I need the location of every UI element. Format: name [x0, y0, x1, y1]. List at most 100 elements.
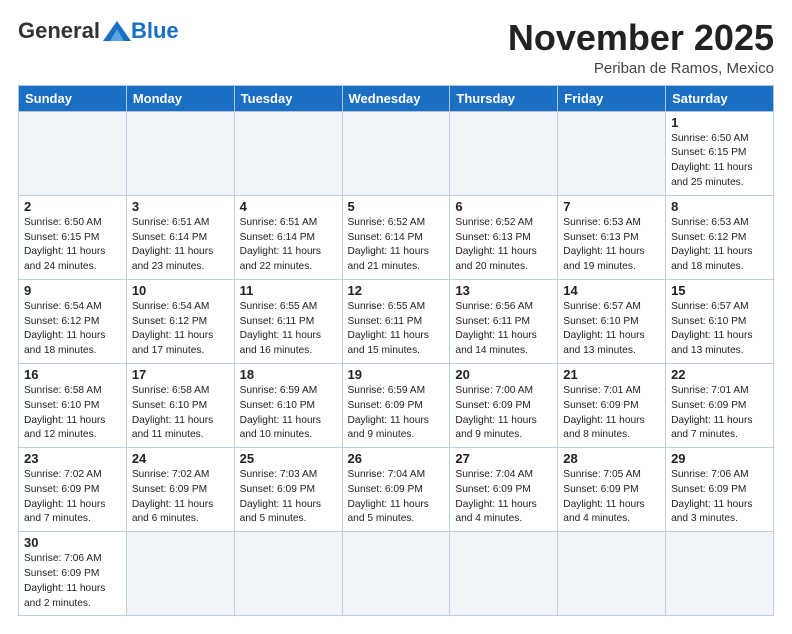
- week-row: 30Sunrise: 7:06 AM Sunset: 6:09 PM Dayli…: [19, 532, 774, 616]
- calendar-cell: [558, 111, 666, 195]
- calendar-cell: [126, 532, 234, 616]
- calendar-cell: 4Sunrise: 6:51 AM Sunset: 6:14 PM Daylig…: [234, 195, 342, 279]
- calendar-cell: 17 Sunrise: 6:58 AM Sunset: 6:10 PM Dayli…: [126, 363, 234, 447]
- weekday-header: Wednesday: [342, 85, 450, 111]
- calendar-cell: 27Sunrise: 7:04 AM Sunset: 6:09 PM Dayli…: [450, 448, 558, 532]
- logo: General Blue: [18, 18, 179, 44]
- calendar-cell: 23 Sunrise: 7:02 AM Sunset: 6:09 PM Dayli…: [19, 448, 127, 532]
- day-number: 25: [240, 451, 337, 466]
- day-info: Sunrise: 7:02 AM Sunset: 6:09 PM Dayligh…: [24, 468, 121, 527]
- day-number: 9: [24, 283, 121, 298]
- weekday-header: Thursday: [450, 85, 558, 111]
- day-info: Sunrise: 6:58 AM Sunset: 6:10 PM Dayligh…: [24, 384, 121, 443]
- week-row: 1 Sunrise: 6:50 AM Sunset: 6:15 PM Daylig…: [19, 111, 774, 195]
- calendar-cell: 1 Sunrise: 6:50 AM Sunset: 6:15 PM Daylig…: [666, 111, 774, 195]
- calendar-cell: 9 Sunrise: 6:54 AM Sunset: 6:12 PM Daylig…: [19, 279, 127, 363]
- logo-blue: Blue: [131, 18, 179, 44]
- day-info: Sunrise: 6:59 AM Sunset: 6:09 PM Dayligh…: [348, 384, 445, 443]
- day-number: 21: [563, 367, 660, 382]
- calendar-cell: 7 Sunrise: 6:53 AM Sunset: 6:13 PM Daylig…: [558, 195, 666, 279]
- day-info: Sunrise: 6:54 AM Sunset: 6:12 PM Dayligh…: [132, 300, 229, 359]
- calendar-cell: 10 Sunrise: 6:54 AM Sunset: 6:12 PM Dayli…: [126, 279, 234, 363]
- month-title: November 2025: [508, 18, 774, 58]
- day-info: Sunrise: 6:57 AM Sunset: 6:10 PM Dayligh…: [563, 300, 660, 359]
- logo-icon: [103, 21, 131, 41]
- day-info: Sunrise: 6:51 AM Sunset: 6:14 PM Dayligh…: [240, 216, 337, 275]
- calendar-cell: 19 Sunrise: 6:59 AM Sunset: 6:09 PM Dayli…: [342, 363, 450, 447]
- week-row: 16 Sunrise: 6:58 AM Sunset: 6:10 PM Dayli…: [19, 363, 774, 447]
- day-number: 18: [240, 367, 337, 382]
- weekday-header-row: SundayMondayTuesdayWednesdayThursdayFrid…: [19, 85, 774, 111]
- calendar-cell: 2 Sunrise: 6:50 AM Sunset: 6:15 PM Daylig…: [19, 195, 127, 279]
- day-info: Sunrise: 6:52 AM Sunset: 6:13 PM Dayligh…: [455, 216, 552, 275]
- day-number: 20: [455, 367, 552, 382]
- day-number: 22: [671, 367, 768, 382]
- calendar-cell: [558, 532, 666, 616]
- day-number: 2: [24, 199, 121, 214]
- day-info: Sunrise: 6:51 AM Sunset: 6:14 PM Dayligh…: [132, 216, 229, 275]
- day-info: Sunrise: 7:05 AM Sunset: 6:09 PM Dayligh…: [563, 468, 660, 527]
- day-number: 3: [132, 199, 229, 214]
- calendar-cell: 8 Sunrise: 6:53 AM Sunset: 6:12 PM Daylig…: [666, 195, 774, 279]
- calendar-cell: 20 Sunrise: 7:00 AM Sunset: 6:09 PM Dayli…: [450, 363, 558, 447]
- calendar-cell: 12 Sunrise: 6:55 AM Sunset: 6:11 PM Dayli…: [342, 279, 450, 363]
- day-number: 17: [132, 367, 229, 382]
- day-info: Sunrise: 6:50 AM Sunset: 6:15 PM Dayligh…: [671, 132, 768, 191]
- week-row: 9 Sunrise: 6:54 AM Sunset: 6:12 PM Daylig…: [19, 279, 774, 363]
- day-number: 1: [671, 115, 768, 130]
- weekday-header: Sunday: [19, 85, 127, 111]
- day-number: 27: [455, 451, 552, 466]
- day-number: 19: [348, 367, 445, 382]
- day-number: 8: [671, 199, 768, 214]
- day-number: 6: [455, 199, 552, 214]
- day-number: 7: [563, 199, 660, 214]
- day-info: Sunrise: 6:55 AM Sunset: 6:11 PM Dayligh…: [240, 300, 337, 359]
- day-number: 5: [348, 199, 445, 214]
- day-info: Sunrise: 6:52 AM Sunset: 6:14 PM Dayligh…: [348, 216, 445, 275]
- calendar-cell: [666, 532, 774, 616]
- day-info: Sunrise: 7:06 AM Sunset: 6:09 PM Dayligh…: [24, 552, 121, 611]
- calendar-cell: 11 Sunrise: 6:55 AM Sunset: 6:11 PM Dayli…: [234, 279, 342, 363]
- day-number: 23: [24, 451, 121, 466]
- day-number: 13: [455, 283, 552, 298]
- day-number: 24: [132, 451, 229, 466]
- day-info: Sunrise: 6:55 AM Sunset: 6:11 PM Dayligh…: [348, 300, 445, 359]
- day-info: Sunrise: 6:50 AM Sunset: 6:15 PM Dayligh…: [24, 216, 121, 275]
- day-info: Sunrise: 6:56 AM Sunset: 6:11 PM Dayligh…: [455, 300, 552, 359]
- day-info: Sunrise: 6:53 AM Sunset: 6:12 PM Dayligh…: [671, 216, 768, 275]
- calendar-cell: 22 Sunrise: 7:01 AM Sunset: 6:09 PM Dayli…: [666, 363, 774, 447]
- calendar-cell: [19, 111, 127, 195]
- day-info: Sunrise: 7:03 AM Sunset: 6:09 PM Dayligh…: [240, 468, 337, 527]
- page: General Blue November 2025 Periban de Ra…: [0, 0, 792, 634]
- calendar-cell: 3 Sunrise: 6:51 AM Sunset: 6:14 PM Daylig…: [126, 195, 234, 279]
- day-number: 28: [563, 451, 660, 466]
- weekday-header: Tuesday: [234, 85, 342, 111]
- day-number: 16: [24, 367, 121, 382]
- day-info: Sunrise: 7:01 AM Sunset: 6:09 PM Dayligh…: [671, 384, 768, 443]
- calendar-cell: 29 Sunrise: 7:06 AM Sunset: 6:09 PM Dayli…: [666, 448, 774, 532]
- day-number: 12: [348, 283, 445, 298]
- calendar-cell: 24Sunrise: 7:02 AM Sunset: 6:09 PM Dayli…: [126, 448, 234, 532]
- calendar-cell: [342, 532, 450, 616]
- calendar-cell: [450, 111, 558, 195]
- logo-general: General: [18, 18, 100, 44]
- calendar: SundayMondayTuesdayWednesdayThursdayFrid…: [18, 85, 774, 617]
- calendar-cell: [126, 111, 234, 195]
- day-info: Sunrise: 6:58 AM Sunset: 6:10 PM Dayligh…: [132, 384, 229, 443]
- calendar-cell: 5 Sunrise: 6:52 AM Sunset: 6:14 PM Daylig…: [342, 195, 450, 279]
- calendar-cell: 6 Sunrise: 6:52 AM Sunset: 6:13 PM Daylig…: [450, 195, 558, 279]
- day-info: Sunrise: 7:00 AM Sunset: 6:09 PM Dayligh…: [455, 384, 552, 443]
- calendar-cell: 25 Sunrise: 7:03 AM Sunset: 6:09 PM Dayli…: [234, 448, 342, 532]
- day-info: Sunrise: 6:57 AM Sunset: 6:10 PM Dayligh…: [671, 300, 768, 359]
- day-number: 11: [240, 283, 337, 298]
- day-number: 10: [132, 283, 229, 298]
- day-info: Sunrise: 6:53 AM Sunset: 6:13 PM Dayligh…: [563, 216, 660, 275]
- day-info: Sunrise: 7:01 AM Sunset: 6:09 PM Dayligh…: [563, 384, 660, 443]
- calendar-cell: 14Sunrise: 6:57 AM Sunset: 6:10 PM Dayli…: [558, 279, 666, 363]
- calendar-cell: 28 Sunrise: 7:05 AM Sunset: 6:09 PM Dayli…: [558, 448, 666, 532]
- header: General Blue November 2025 Periban de Ra…: [18, 18, 774, 77]
- day-number: 29: [671, 451, 768, 466]
- day-info: Sunrise: 7:06 AM Sunset: 6:09 PM Dayligh…: [671, 468, 768, 527]
- day-info: Sunrise: 6:54 AM Sunset: 6:12 PM Dayligh…: [24, 300, 121, 359]
- day-info: Sunrise: 7:04 AM Sunset: 6:09 PM Dayligh…: [348, 468, 445, 527]
